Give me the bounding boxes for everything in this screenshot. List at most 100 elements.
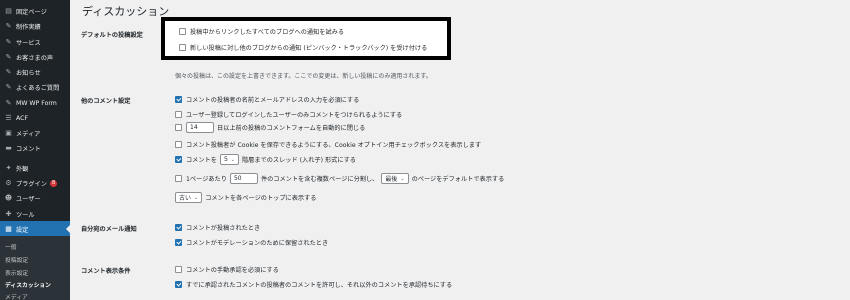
comment-order-select[interactable]: 古い ⌄	[175, 192, 203, 203]
sidebar-item-label: コメント	[16, 145, 41, 153]
appearance-icon: ✦	[5, 164, 12, 172]
option-label: のページをデフォルトで表示する	[411, 176, 505, 183]
registered-users-only-option[interactable]: ユーザー登録してログインしたユーザーのみコメントをつけられるようにする	[175, 110, 402, 119]
option-label: コメントの手動承認を必須にする	[186, 267, 279, 274]
comment-order-option: 古い ⌄ コメントを各ページのトップに表示する	[175, 192, 316, 203]
settings-submenu: 一般 投稿設定 表示設定 ディスカッション メディア	[0, 236, 70, 300]
registered-users-only-checkbox[interactable]	[175, 111, 182, 118]
page-icon: ▤	[5, 7, 12, 15]
sidebar-item-label: MW WP Form	[16, 99, 57, 107]
close-comments-days-input[interactable]: 14	[186, 122, 214, 133]
cookie-optin-option[interactable]: コメント投稿者が Cookie を保存できるようにする、Cookie オプトイン…	[175, 140, 481, 149]
sidebar-item-mw-wp-form[interactable]: ✎ MW WP Form	[0, 95, 70, 111]
allow-pingbacks-checkbox[interactable]	[179, 44, 186, 51]
email-on-comment-option[interactable]: コメントが投稿されたとき	[175, 223, 260, 232]
chevron-down-icon: ⌄	[194, 194, 199, 201]
cookie-optin-checkbox[interactable]	[175, 141, 182, 148]
submenu-writing[interactable]: 投稿設定	[5, 255, 28, 264]
admin-sidebar: ▤ 固定ページ ✎ 制作実績 ✎ サービス ✎ お客さまの声 ✎ お知らせ ✎ よくあるご質…	[0, 0, 70, 300]
sidebar-item-label: 外観	[16, 165, 29, 173]
email-on-moderation-checkbox[interactable]	[175, 239, 182, 246]
manual-approval-option[interactable]: コメントの手動承認を必須にする	[175, 265, 279, 274]
sidebar-item-settings[interactable]: ▦ 設定	[0, 221, 70, 237]
require-name-email-checkbox[interactable]	[175, 96, 182, 103]
sidebar-item-acf[interactable]: ☰ ACF	[0, 110, 70, 126]
sidebar-item-label: ツール	[16, 211, 35, 219]
sidebar-item-label: お知らせ	[16, 69, 41, 77]
sidebar-item-plugins[interactable]: ⚙ プラグイン 8	[0, 175, 70, 191]
comment-appear-label: コメント表示条件	[81, 268, 131, 275]
select-value: 最後	[385, 176, 398, 183]
threaded-comments-option[interactable]: コメントを 5 ⌄ 階層までのスレッド (入れ子) 形式にする	[175, 154, 356, 165]
current-arrow	[66, 225, 70, 233]
paginate-comments-checkbox[interactable]	[175, 175, 182, 182]
update-count-badge: 8	[49, 179, 58, 187]
close-comments-option[interactable]: 14 日以上前の投稿のコメントフォームを自動的に閉じる	[175, 122, 365, 133]
require-name-email-option[interactable]: コメントの投稿者の名前とメールアドレスの入力を必須にする	[175, 95, 359, 104]
media-icon: ▣	[5, 129, 12, 137]
sidebar-item-voices[interactable]: ✎ お客さまの声	[0, 49, 70, 65]
option-label: コメントを	[186, 157, 217, 164]
close-comments-checkbox[interactable]	[175, 124, 182, 131]
sidebar-item-label: ユーザー	[16, 195, 41, 203]
chevron-down-icon: ⌄	[400, 175, 405, 182]
page-title: ディスカッション	[82, 5, 170, 18]
thread-depth-select[interactable]: 5 ⌄	[219, 154, 239, 165]
previously-approved-option[interactable]: すでに承認されたコメントの投稿者のコメントを許可し、それ以外のコメントを承認待ち…	[175, 280, 452, 289]
comment-icon: ▬	[5, 144, 12, 152]
highlight-box: 投稿中からリンクしたすべてのブログへの通知を試みる 新しい投稿に対し他のブログか…	[161, 17, 451, 60]
chevron-down-icon: ⌄	[230, 156, 235, 163]
default-post-description: 個々の投稿は、この設定を上書きできます。ここでの変更は、新しい投稿にのみ適用され…	[175, 73, 432, 80]
sidebar-item-label: 固定ページ	[16, 8, 47, 16]
email-me-label: 自分宛のメール通知	[81, 226, 137, 233]
paginate-comments-option[interactable]: 1ページあたり 50 件のコメントを含む複数ページに分割し、 最後 ⌄ のページをデフォル…	[175, 173, 504, 184]
threaded-comments-checkbox[interactable]	[175, 156, 182, 163]
sidebar-item-label: プラグイン	[16, 180, 47, 188]
select-value: 古い	[179, 195, 192, 202]
comments-per-page-input[interactable]: 50	[229, 173, 258, 184]
pin-icon: ✎	[5, 22, 12, 30]
sidebar-item-media[interactable]: ▣ メディア	[0, 125, 70, 141]
plugin-icon: ⚙	[5, 179, 12, 187]
email-on-comment-checkbox[interactable]	[175, 224, 182, 231]
sidebar-item-pages[interactable]: ▤ 固定ページ	[0, 3, 70, 19]
sidebar-item-label: よくあるご質問	[16, 84, 60, 92]
default-page-select[interactable]: 最後 ⌄	[381, 173, 409, 184]
manual-approval-checkbox[interactable]	[175, 266, 182, 273]
notify-linked-blogs-checkbox[interactable]	[179, 28, 186, 35]
sidebar-item-users[interactable]: ☻ ユーザー	[0, 190, 70, 206]
sidebar-item-works[interactable]: ✎ 制作実績	[0, 18, 70, 34]
option-label: 日以上前の投稿のコメントフォームを自動的に閉じる	[217, 125, 366, 132]
option-label: 新しい投稿に対し他のブログからの通知 (ピンバック・トラックバック) を受け付け…	[190, 45, 428, 52]
sidebar-item-tools[interactable]: ✚ ツール	[0, 206, 70, 222]
option-label: 件のコメントを含む複数ページに分割し、	[260, 176, 379, 183]
notify-linked-blogs-option[interactable]: 投稿中からリンクしたすべてのブログへの通知を試みる	[179, 27, 344, 36]
list-icon: ☰	[5, 114, 12, 122]
option-label: コメントを各ページのトップに表示する	[205, 195, 317, 202]
option-label: コメントの投稿者の名前とメールアドレスの入力を必須にする	[186, 97, 360, 104]
email-on-moderation-option[interactable]: コメントがモデレーションのために保留されたとき	[175, 238, 328, 247]
pin-icon: ✎	[5, 38, 12, 46]
sidebar-item-label: ACF	[16, 114, 29, 122]
settings-icon: ▦	[5, 225, 12, 233]
option-label: コメントが投稿されたとき	[186, 225, 261, 232]
pin-icon: ✎	[5, 99, 12, 107]
submenu-media[interactable]: メディア	[5, 292, 28, 300]
submenu-reading[interactable]: 表示設定	[5, 268, 28, 277]
sidebar-item-label: お客さまの声	[16, 54, 54, 62]
submenu-general[interactable]: 一般	[5, 242, 17, 251]
sidebar-item-services[interactable]: ✎ サービス	[0, 34, 70, 50]
allow-pingbacks-option[interactable]: 新しい投稿に対し他のブログからの通知 (ピンバック・トラックバック) を受け付け…	[179, 43, 427, 52]
sidebar-item-comments[interactable]: ▬ コメント	[0, 140, 70, 156]
previously-approved-checkbox[interactable]	[175, 281, 182, 288]
sidebar-item-faq[interactable]: ✎ よくあるご質問	[0, 79, 70, 95]
sidebar-item-news[interactable]: ✎ お知らせ	[0, 64, 70, 80]
option-label: コメントがモデレーションのために保留されたとき	[186, 240, 329, 247]
other-comment-settings-label: 他のコメント設定	[81, 98, 131, 105]
pin-icon: ✎	[5, 53, 12, 61]
sidebar-item-appearance[interactable]: ✦ 外観	[0, 160, 70, 176]
sidebar-item-label: 制作実績	[16, 23, 41, 31]
option-label: コメント投稿者が Cookie を保存できるようにする、Cookie オプトイン…	[186, 142, 482, 149]
option-label: 階層までのスレッド (入れ子) 形式にする	[241, 157, 356, 164]
submenu-discussion[interactable]: ディスカッション	[5, 280, 51, 289]
